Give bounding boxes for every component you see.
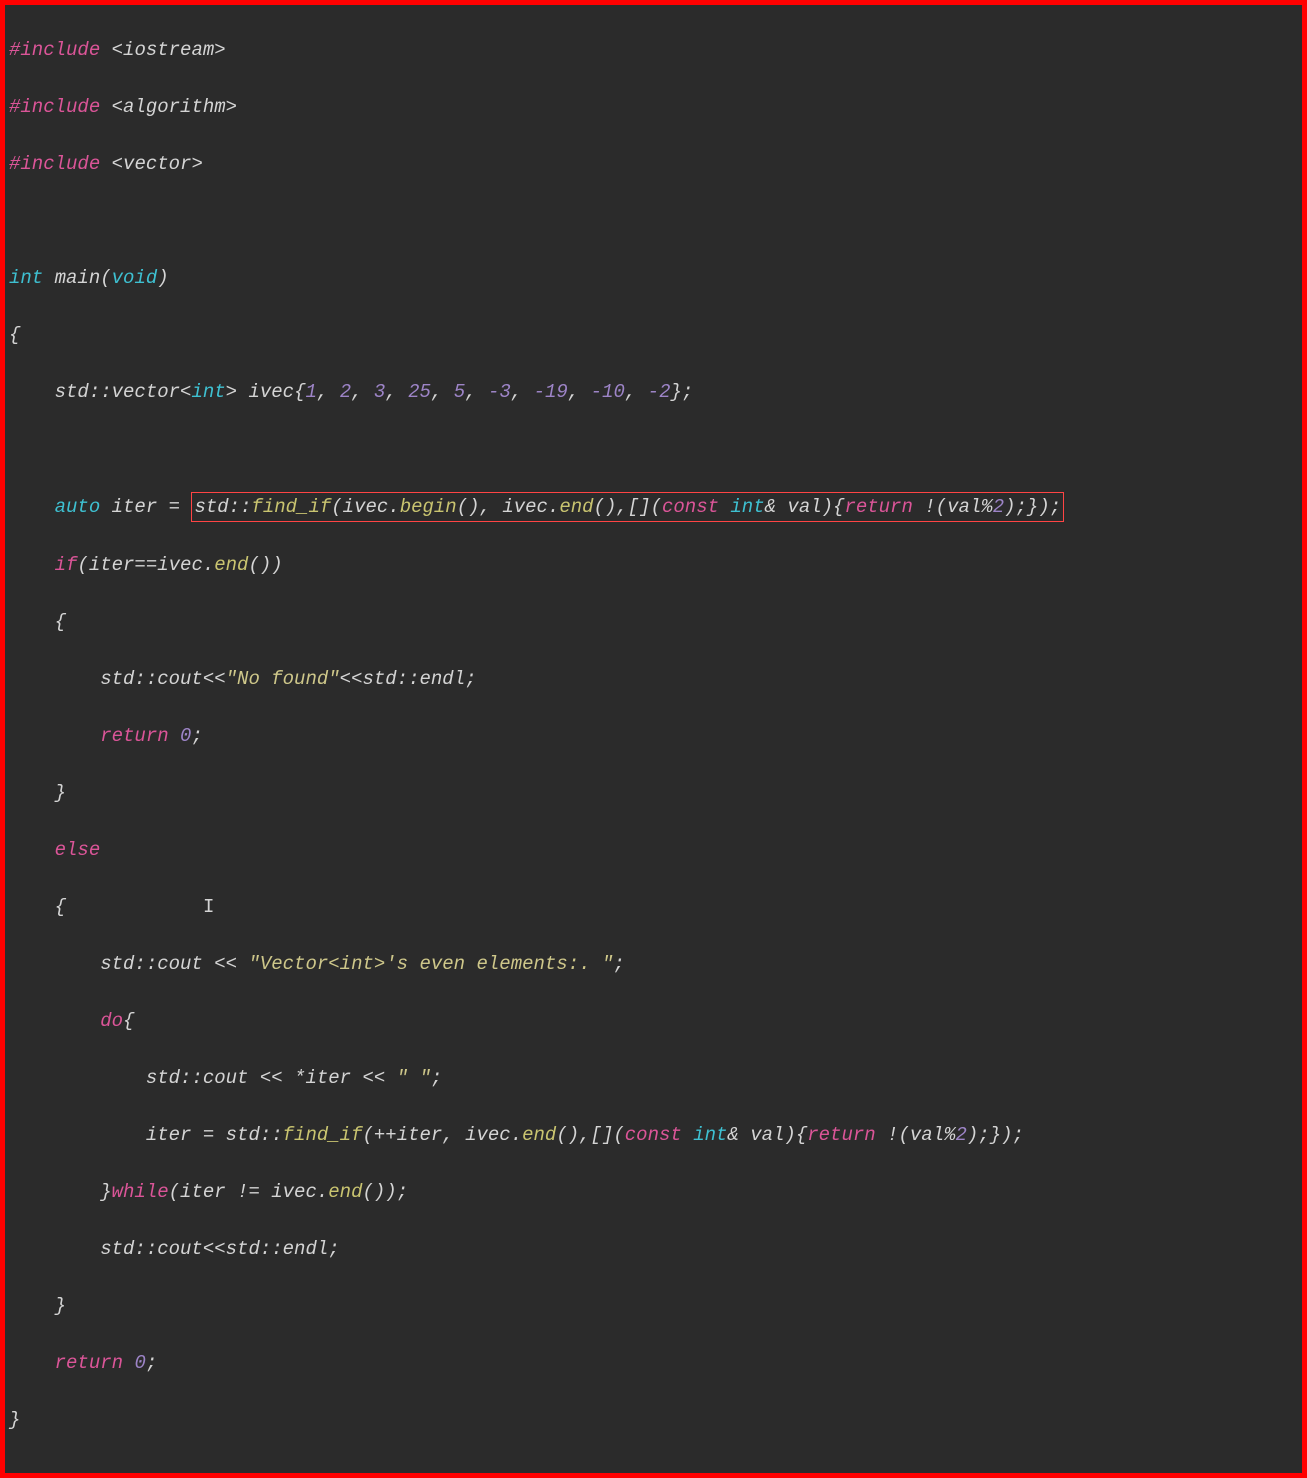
number: 2: [340, 381, 351, 403]
preproc-hash: #: [9, 39, 20, 61]
number: -3: [488, 381, 511, 403]
kw-else: else: [55, 839, 101, 861]
fn-find-if: find_if: [283, 1124, 363, 1146]
preproc-include: include: [20, 96, 100, 118]
number: 25: [408, 381, 431, 403]
kw-void: void: [112, 267, 158, 289]
string-literal: "No found": [226, 668, 340, 690]
kw-return: return: [100, 725, 168, 747]
kw-while: while: [112, 1181, 169, 1203]
brace: }: [9, 1409, 20, 1431]
fn-end: end: [328, 1181, 362, 1203]
code-line: std::cout<<"No found"<<std::endl;: [9, 665, 1298, 694]
number: 0: [134, 1352, 145, 1374]
kw-int: int: [730, 496, 764, 518]
brace: {: [9, 896, 66, 918]
kw-auto: auto: [55, 496, 101, 518]
fn-main: main(: [43, 267, 111, 289]
kw-int: int: [191, 381, 225, 403]
code-line: }: [9, 1292, 1298, 1321]
string-literal: "Vector<int>'s even elements:. ": [248, 953, 613, 975]
code-line: if(iter==ivec.end()): [9, 551, 1298, 580]
brace: {: [9, 324, 20, 346]
preproc-include: include: [20, 153, 100, 175]
code-line: auto iter = std::find_if(ivec.begin(), i…: [9, 492, 1298, 523]
header-vector: <vector>: [112, 153, 203, 175]
fn-find-if: find_if: [251, 496, 331, 518]
code-line: return 0;: [9, 1349, 1298, 1378]
header-algorithm: <algorithm>: [112, 96, 237, 118]
text-cursor-icon: I: [203, 893, 214, 922]
number: 3: [374, 381, 385, 403]
highlighted-expression: std::find_if(ivec.begin(), ivec.end(),[]…: [191, 492, 1064, 523]
kw-if: if: [55, 554, 78, 576]
code-line: }: [9, 1406, 1298, 1435]
code-line: return 0;: [9, 722, 1298, 751]
blank-line: [9, 435, 1298, 464]
number: 5: [454, 381, 465, 403]
code-line: #include <iostream>: [9, 36, 1298, 65]
code-line: std::cout<<std::endl;: [9, 1235, 1298, 1264]
kw-int: int: [9, 267, 43, 289]
code-line: #include <vector>: [9, 150, 1298, 179]
kw-int: int: [693, 1124, 727, 1146]
fn-end: end: [559, 496, 593, 518]
number: 2: [993, 496, 1004, 518]
number: -2: [648, 381, 671, 403]
kw-const: const: [662, 496, 719, 518]
string-literal: " ": [397, 1067, 431, 1089]
brace: {: [9, 611, 66, 633]
number: -10: [591, 381, 625, 403]
number: -19: [534, 381, 568, 403]
code-line: {: [9, 321, 1298, 350]
code-line: std::cout << "Vector<int>'s even element…: [9, 950, 1298, 979]
code-line: {I: [9, 893, 1298, 922]
header-iostream: <iostream>: [112, 39, 226, 61]
kw-return: return: [55, 1352, 123, 1374]
preproc-hash: #: [9, 153, 20, 175]
code-line: #include <algorithm>: [9, 93, 1298, 122]
kw-do: do: [100, 1010, 123, 1032]
preproc-include: include: [20, 39, 100, 61]
code-line: std::vector<int> ivec{1, 2, 3, 25, 5, -3…: [9, 378, 1298, 407]
code-line: std::cout << *iter << " ";: [9, 1064, 1298, 1093]
fn-begin: begin: [400, 496, 457, 518]
preproc-hash: #: [9, 96, 20, 118]
brace: }: [9, 1295, 66, 1317]
code-line: {: [9, 608, 1298, 637]
brace: }: [9, 782, 66, 804]
kw-return: return: [807, 1124, 875, 1146]
kw-const: const: [625, 1124, 682, 1146]
code-line: iter = std::find_if(++iter, ivec.end(),[…: [9, 1121, 1298, 1150]
fn-end: end: [214, 554, 248, 576]
number: 0: [180, 725, 191, 747]
fn-end: end: [522, 1124, 556, 1146]
code-line: int main(void): [9, 264, 1298, 293]
code-line: }: [9, 779, 1298, 808]
number: 2: [955, 1124, 966, 1146]
code-line: do{: [9, 1007, 1298, 1036]
number: 1: [305, 381, 316, 403]
kw-return: return: [844, 496, 912, 518]
code-line: }while(iter != ivec.end());: [9, 1178, 1298, 1207]
blank-line: [9, 207, 1298, 236]
code-line: else: [9, 836, 1298, 865]
